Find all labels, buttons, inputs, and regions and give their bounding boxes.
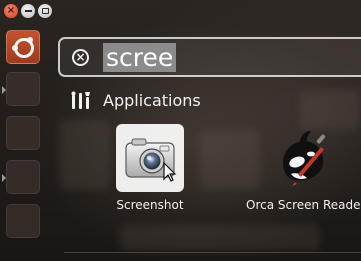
ubuntu-logo-icon [12, 37, 34, 58]
close-icon[interactable]: × [4, 4, 18, 18]
launcher-running-marker [2, 174, 6, 182]
launcher-item-files[interactable] [6, 72, 40, 106]
results-divider [64, 252, 361, 253]
minimize-icon[interactable] [21, 4, 35, 18]
applications-icon [71, 91, 90, 109]
search-input[interactable]: scree [103, 43, 177, 72]
launcher-item-software[interactable] [6, 204, 40, 238]
result-label: Screenshot [116, 198, 184, 212]
orca-whale-icon [282, 130, 325, 186]
launcher-item-browser[interactable] [6, 116, 40, 150]
result-icon-wrap [116, 124, 184, 192]
category-label: Applications [103, 91, 201, 110]
clear-search-icon[interactable]: × [72, 49, 89, 66]
camera-icon [125, 138, 177, 182]
launcher-item-app[interactable] [6, 160, 40, 194]
maximize-icon[interactable] [38, 4, 52, 18]
dash-search-box[interactable]: × scree [58, 37, 361, 77]
result-tile-orca[interactable]: Orca Screen Reader [246, 124, 361, 213]
result-label: Orca Screen Reader [246, 198, 361, 212]
launcher [0, 26, 46, 261]
result-tile-screenshot[interactable]: Screenshot [115, 124, 185, 213]
window-controls: × [4, 4, 52, 18]
result-icon-wrap [270, 124, 338, 192]
dash-home-button[interactable] [6, 30, 40, 64]
